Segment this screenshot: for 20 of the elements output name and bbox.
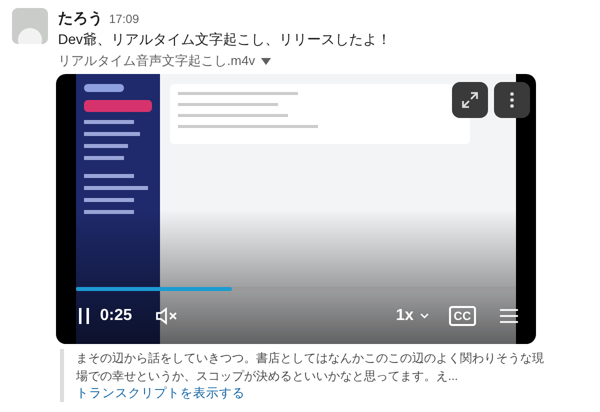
playback-time: 0:25: [100, 306, 132, 326]
captions-button[interactable]: CC: [448, 306, 476, 326]
caret-icon: [420, 313, 429, 319]
progress-track[interactable]: [76, 287, 516, 291]
video-player[interactable]: 0:25 1x CC: [56, 74, 536, 344]
muted-speaker-icon[interactable]: [156, 307, 178, 325]
file-name[interactable]: リアルタイム音声文字起こし.m4v: [58, 51, 256, 71]
speed-button[interactable]: 1x: [396, 304, 429, 328]
author-name[interactable]: たろう: [58, 8, 103, 30]
pause-icon[interactable]: [78, 307, 90, 325]
expand-icon: [461, 91, 479, 109]
timestamp[interactable]: 17:09: [109, 10, 140, 28]
message-text: Dev爺、リアルタイム文字起こし、リリースしたよ！: [58, 30, 392, 49]
show-transcript-link[interactable]: トランスクリプトを表示する: [76, 385, 245, 402]
more-icon: [510, 92, 514, 108]
caret-icon[interactable]: [261, 58, 272, 64]
fullscreen-button[interactable]: [452, 82, 488, 118]
transcript-text: まその辺から話をしていきつつ。書店としてはなんかこのこの辺のよく関わりそうな現場での幸せというか、スコップが決めるといいかなと思ってます。え...: [76, 350, 545, 385]
more-button[interactable]: [494, 82, 530, 118]
menu-icon[interactable]: [500, 309, 518, 323]
